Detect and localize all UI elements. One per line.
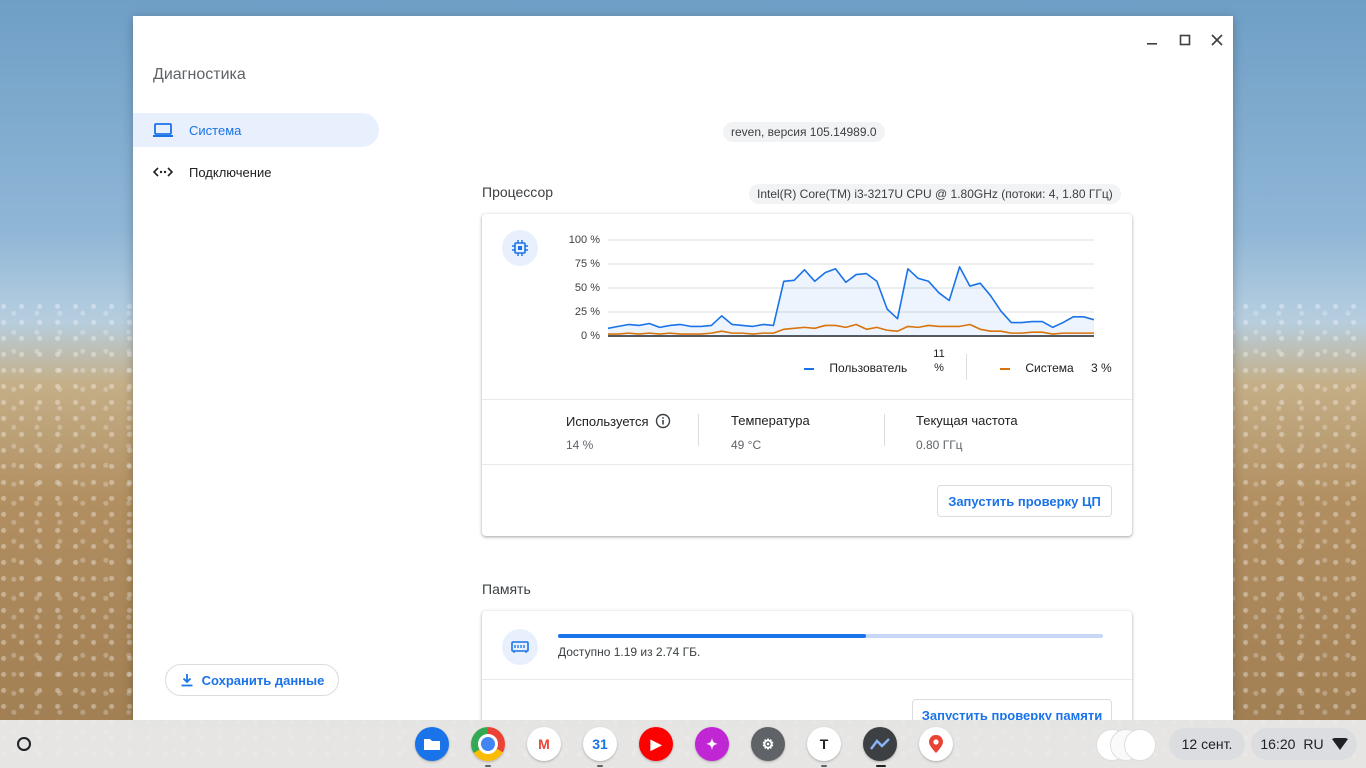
y-tick-label: 100 % (568, 234, 600, 246)
launcher-button[interactable] (12, 732, 36, 756)
maximize-icon (1179, 34, 1191, 46)
youtube-app-icon[interactable]: ▶ (639, 727, 673, 761)
save-data-button[interactable]: Сохранить данные (165, 664, 339, 696)
usage-label: Используется (566, 413, 649, 429)
legend-system-value: 3 % (1091, 361, 1112, 375)
diagnostics-window: Диагностика Система Подключение Сохранит… (133, 16, 1233, 720)
wifi-icon (1331, 738, 1348, 750)
active-app-indicator (876, 765, 886, 767)
running-indicator (597, 765, 603, 767)
cpu-section-title: Процессор (482, 184, 554, 200)
sidebar-item-connection[interactable]: Подключение (133, 155, 379, 189)
sidebar-item-system[interactable]: Система (133, 113, 379, 147)
cpu-usage-chart (608, 239, 1094, 337)
memory-progress-bar (558, 634, 1103, 638)
gmail-app-icon[interactable]: M (527, 727, 561, 761)
sidebar-item-label: Система (189, 122, 242, 138)
status-tray[interactable]: 16:20 RU (1251, 728, 1357, 760)
run-memory-test-button[interactable]: Запустить проверку памяти (912, 699, 1112, 720)
legend-user-value-unit: % (934, 362, 944, 374)
minimize-icon (1147, 43, 1157, 45)
y-tick-label: 75 % (574, 258, 600, 270)
cpu-card-divider (482, 399, 1132, 400)
clock: 16:20 (1260, 736, 1296, 752)
close-icon (1211, 34, 1223, 46)
legend-system: Система 3 % (1000, 361, 1112, 375)
legend-system-label: Система (1025, 361, 1074, 375)
input-language: RU (1303, 736, 1324, 752)
date-tray[interactable]: 12 сент. (1169, 728, 1245, 760)
frequency-label: Текущая частота (916, 413, 1018, 428)
memory-progress-fill (558, 634, 867, 638)
files-app-icon[interactable] (415, 727, 449, 761)
usage-stat-label: Используется (566, 413, 671, 429)
cpu-card-divider (482, 464, 1132, 465)
legend-user: Пользователь (804, 361, 907, 375)
gallery-app-icon[interactable]: ✦ (695, 727, 729, 761)
laptop-icon (153, 123, 175, 137)
legend-user-swatch (804, 367, 814, 370)
usage-value: 14 % (566, 438, 594, 452)
calendar-app-icon[interactable]: 31 (583, 727, 617, 761)
cpu-model-chip: Intel(R) Core(TM) i3-3217U CPU @ 1.80GHz… (749, 184, 1121, 204)
temperature-value: 49 °C (731, 438, 762, 452)
y-tick-label: 50 % (574, 282, 600, 294)
version-chip: reven, версия 105.14989.0 (723, 122, 885, 142)
memory-icon (502, 629, 538, 665)
download-icon (181, 674, 193, 687)
running-indicator (821, 765, 827, 767)
notification-thumb (1124, 729, 1156, 761)
temperature-label: Температура (731, 413, 810, 428)
frequency-value: 0.80 ГГц (916, 438, 963, 452)
stat-divider (884, 414, 885, 446)
sidebar-item-label: Подключение (189, 164, 272, 180)
cpu-icon (502, 230, 538, 266)
tasks-app-icon[interactable]: T (807, 727, 841, 761)
legend-user-value-number: 11 (933, 348, 945, 360)
settings-app-icon[interactable]: ⚙ (751, 727, 785, 761)
notification-thumbnails[interactable] (1096, 729, 1158, 761)
stat-divider (698, 414, 699, 446)
cpu-card: 100 % 75 % 50 % 25 % 0 % Пользователь 11… (482, 214, 1132, 536)
minimize-button[interactable] (1137, 24, 1167, 56)
y-tick-label: 0 % (581, 330, 600, 342)
connection-icon (153, 166, 175, 178)
legend-divider (966, 354, 967, 380)
app-title: Диагностика (153, 66, 246, 83)
shelf: M 31 ▶ ✦ ⚙ T 12 сент. 16:20 RU (0, 720, 1366, 768)
maximize-button[interactable] (1170, 24, 1200, 56)
legend-user-value: 11 % (930, 348, 948, 374)
memory-section-title: Память (482, 581, 531, 597)
memory-card: Доступно 1.19 из 2.74 ГБ. Запустить пров… (482, 611, 1132, 720)
save-data-label: Сохранить данные (201, 672, 325, 688)
maps-app-icon[interactable] (919, 727, 953, 761)
chrome-app-icon[interactable] (471, 727, 505, 761)
run-cpu-test-button[interactable]: Запустить проверку ЦП (937, 485, 1112, 517)
legend-system-swatch (1000, 367, 1010, 370)
running-indicator (485, 765, 491, 767)
y-tick-label: 25 % (574, 306, 600, 318)
diagnostics-app-icon[interactable] (863, 727, 897, 761)
memory-available-text: Доступно 1.19 из 2.74 ГБ. (558, 645, 701, 659)
memory-card-divider (482, 679, 1132, 680)
legend-user-label: Пользователь (829, 361, 908, 375)
launcher-icon (17, 737, 31, 751)
info-icon[interactable] (655, 413, 671, 429)
close-button[interactable] (1202, 24, 1232, 56)
